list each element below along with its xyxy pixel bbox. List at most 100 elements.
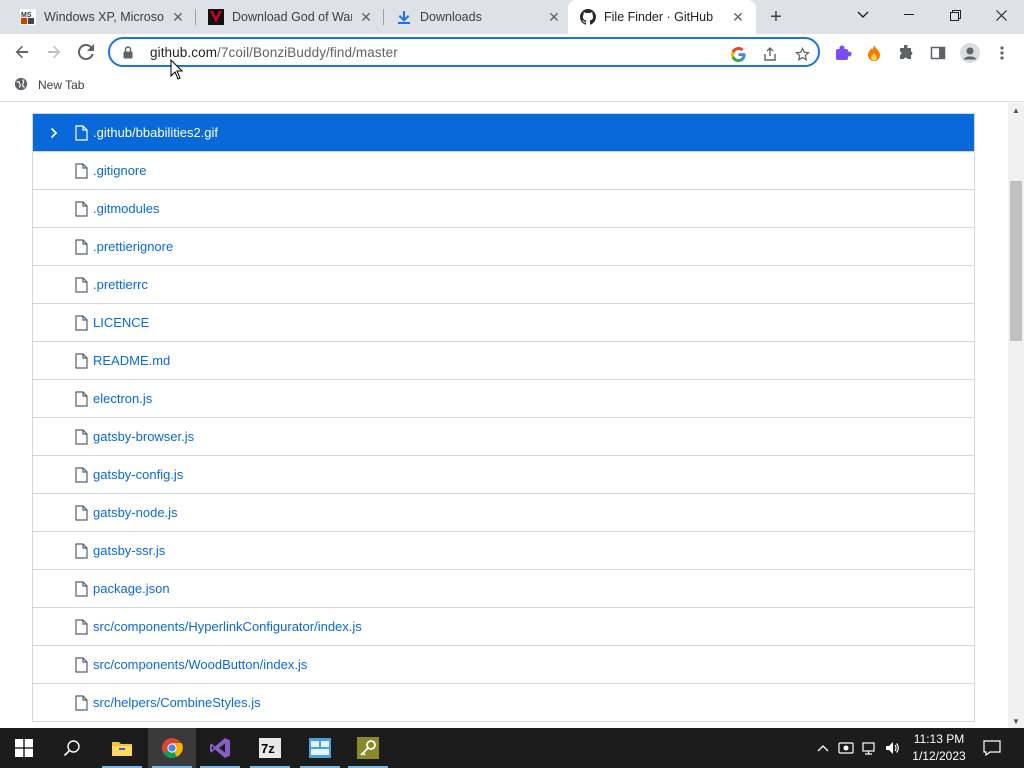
scrollbar-thumb[interactable] [1010, 181, 1022, 341]
file-icon [75, 657, 89, 673]
tab-close-icon[interactable]: ✕ [730, 9, 746, 25]
tray-chevron-up-icon[interactable] [814, 728, 832, 768]
file-name-link[interactable]: gatsby-config.js [93, 467, 183, 482]
svg-text:MS: MS [21, 12, 32, 19]
file-row[interactable]: src/helpers/CombineStyles.js [33, 684, 974, 722]
file-name-link[interactable]: package.json [93, 581, 170, 596]
file-row[interactable]: .prettierignore [33, 228, 974, 266]
system-clock[interactable]: 11:13 PM 1/12/2023 [902, 731, 976, 765]
file-row[interactable]: gatsby-config.js [33, 456, 974, 494]
address-bar[interactable]: github.com/7coil/BonziBuddy/find/master [108, 37, 820, 67]
file-icon [75, 201, 89, 217]
file-row[interactable]: LICENCE [33, 304, 974, 342]
scroll-down-arrow-icon[interactable]: ▼ [1008, 714, 1024, 728]
new-tab-button[interactable]: + [764, 5, 788, 29]
ms-icon: MS [20, 9, 36, 25]
svg-text:7z: 7z [261, 741, 275, 756]
chrome-icon[interactable] [148, 728, 196, 768]
key-app-icon[interactable] [344, 728, 392, 768]
github-icon [580, 9, 596, 25]
file-icon [75, 429, 89, 445]
file-name-link[interactable]: src/helpers/CombineStyles.js [93, 695, 261, 710]
file-name-link[interactable]: .github/bbabilities2.gif [93, 125, 218, 140]
file-row[interactable]: gatsby-browser.js [33, 418, 974, 456]
red-v-icon [208, 9, 224, 25]
tab-close-icon[interactable]: ✕ [546, 9, 562, 25]
file-row-selected[interactable]: .github/bbabilities2.gif [33, 114, 974, 152]
bookmark-new-tab[interactable]: New Tab [14, 77, 84, 93]
file-icon [75, 543, 89, 559]
file-row[interactable]: README.md [33, 342, 974, 380]
notification-center-icon[interactable] [980, 728, 1004, 768]
file-row[interactable]: .gitignore [33, 152, 974, 190]
file-name-link[interactable]: gatsby-node.js [93, 505, 178, 520]
download-icon [396, 9, 412, 25]
file-name-link[interactable]: gatsby-ssr.js [93, 543, 165, 558]
tab-god-of-war[interactable]: Download God of War ✕ [196, 0, 384, 34]
bookmark-star-icon[interactable] [792, 44, 812, 64]
browser-toolbar: github.com/7coil/BonziBuddy/find/master [0, 34, 1024, 72]
tab-file-finder[interactable]: File Finder · GitHub ✕ [568, 0, 756, 34]
tab-downloads[interactable]: Downloads ✕ [384, 0, 572, 34]
tab-search-chevron-icon[interactable] [840, 0, 886, 30]
file-name-link[interactable]: .prettierignore [93, 239, 173, 254]
file-name-link[interactable]: .gitignore [93, 163, 146, 178]
tab-title: Downloads [420, 10, 482, 24]
file-icon [75, 125, 89, 141]
file-row[interactable]: gatsby-node.js [33, 494, 974, 532]
reload-button[interactable] [72, 38, 100, 66]
back-button[interactable] [8, 38, 36, 66]
file-row[interactable]: electron.js [33, 380, 974, 418]
tab-windows-xp[interactable]: MS Windows XP, Microsoft ✕ [8, 0, 196, 34]
close-window-button[interactable] [978, 0, 1024, 30]
file-row[interactable]: .gitmodules [33, 190, 974, 228]
google-lens-icon[interactable] [728, 44, 748, 64]
file-icon [75, 163, 89, 179]
extension-fire-icon[interactable] [864, 43, 884, 63]
extension-puzzle-purple-icon[interactable] [833, 43, 853, 63]
tab-close-icon[interactable]: ✕ [170, 9, 186, 25]
file-name-link[interactable]: .prettierrc [93, 277, 148, 292]
file-name-link[interactable]: src/components/WoodButton/index.js [93, 657, 307, 672]
file-name-link[interactable]: README.md [93, 353, 170, 368]
restore-button[interactable] [932, 0, 978, 30]
file-row[interactable]: package.json [33, 570, 974, 608]
forward-button[interactable] [40, 38, 68, 66]
file-icon [75, 353, 89, 369]
file-icon [75, 467, 89, 483]
tab-title: File Finder · GitHub [604, 10, 714, 24]
minimize-button[interactable] [886, 0, 932, 30]
url-path: /7coil/BonziBuddy/find/master [217, 44, 398, 60]
start-button[interactable] [0, 728, 48, 768]
lock-icon[interactable] [120, 45, 136, 59]
vertical-scrollbar[interactable]: ▲ ▼ [1008, 103, 1024, 728]
tab-close-icon[interactable]: ✕ [358, 9, 374, 25]
file-icon [75, 619, 89, 635]
network-icon[interactable] [860, 728, 880, 768]
side-panel-icon[interactable] [928, 43, 948, 63]
share-icon[interactable] [760, 44, 780, 64]
tray-app-icon[interactable] [836, 728, 856, 768]
visual-studio-icon[interactable] [196, 728, 244, 768]
url-text[interactable]: github.com/7coil/BonziBuddy/find/master [150, 45, 398, 60]
volume-icon[interactable] [882, 728, 902, 768]
kebab-menu-icon[interactable] [992, 43, 1012, 63]
page-content: .github/bbabilities2.gif .gitignore .gitmo… [0, 103, 1008, 728]
file-row[interactable]: .prettierrc [33, 266, 974, 304]
file-name-link[interactable]: src/components/HyperlinkConfigurator/ind… [93, 619, 362, 634]
control-panel-icon[interactable] [296, 728, 344, 768]
7zip-icon[interactable]: 7z [246, 728, 294, 768]
search-icon[interactable] [48, 728, 96, 768]
file-row[interactable]: src/components/HyperlinkConfigurator/ind… [33, 608, 974, 646]
file-name-link[interactable]: LICENCE [93, 315, 149, 330]
file-name-link[interactable]: electron.js [93, 391, 152, 406]
file-row[interactable]: gatsby-ssr.js [33, 532, 974, 570]
extensions-puzzle-icon[interactable] [896, 43, 916, 63]
profile-avatar-icon[interactable] [960, 43, 980, 63]
file-explorer-icon[interactable] [98, 728, 146, 768]
file-name-link[interactable]: gatsby-browser.js [93, 429, 194, 444]
scroll-up-arrow-icon[interactable]: ▲ [1008, 103, 1024, 117]
file-row[interactable]: src/components/WoodButton/index.js [33, 646, 974, 684]
file-name-link[interactable]: .gitmodules [93, 201, 159, 216]
file-finder-results: .github/bbabilities2.gif .gitignore .gitmo… [32, 113, 975, 722]
